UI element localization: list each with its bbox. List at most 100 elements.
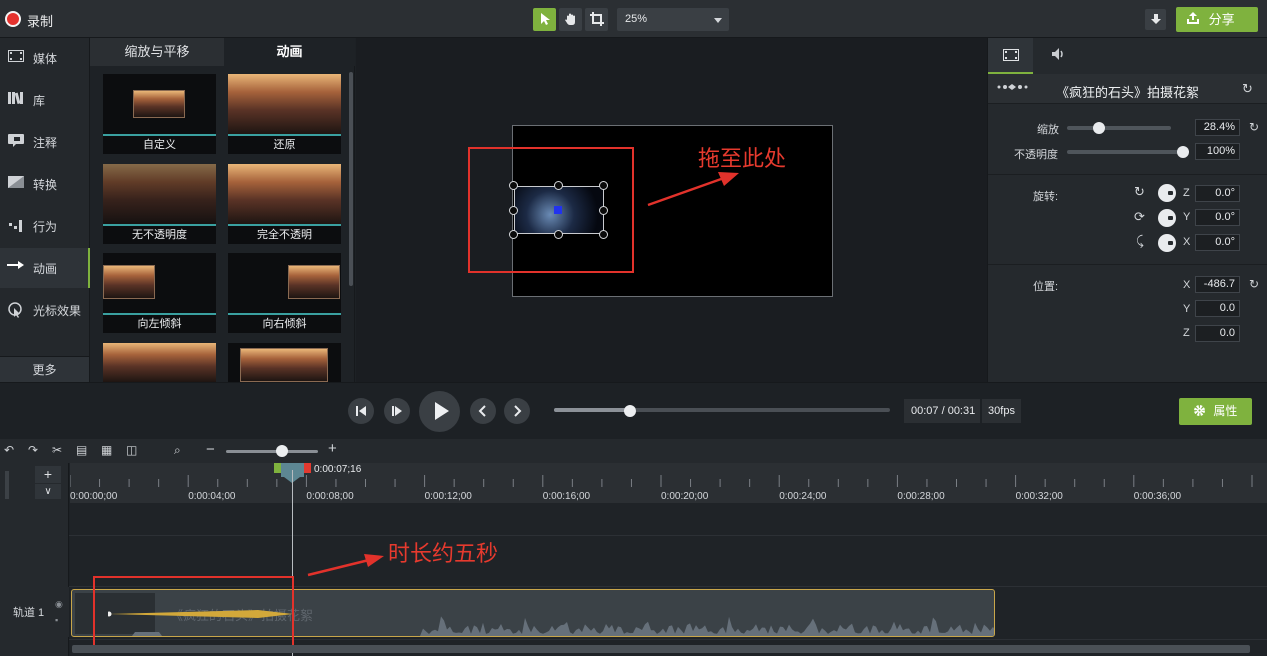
playback-scrubber[interactable] xyxy=(554,408,890,412)
sidebar-item-label: 行为 xyxy=(33,220,58,234)
rotation-x-field[interactable]: 0.0° xyxy=(1195,234,1240,251)
step-forward-icon[interactable] xyxy=(384,398,410,424)
record-icon[interactable] xyxy=(5,11,21,27)
preset-tilt-left[interactable]: 向左倾斜 xyxy=(103,253,216,333)
tab-animations[interactable]: 动画 xyxy=(224,38,355,66)
timeline-zoom-slider[interactable] xyxy=(226,450,318,453)
position-x-field[interactable]: -486.7 xyxy=(1195,276,1240,293)
download-icon[interactable] xyxy=(1145,9,1166,30)
fps-badge: 30fps xyxy=(981,399,1021,423)
annotation-callout-icon xyxy=(7,134,25,148)
next-icon[interactable] xyxy=(504,398,530,424)
axis-label: Y xyxy=(1183,211,1191,223)
rotation-z-knob[interactable] xyxy=(1158,184,1176,202)
sidebar-item-animations[interactable]: 动画 xyxy=(0,248,90,288)
opacity-slider[interactable] xyxy=(1067,150,1183,154)
sidebar-item-behaviors[interactable]: 行为 xyxy=(0,206,90,246)
preset-tilt-right[interactable]: 向右倾斜 xyxy=(228,253,341,333)
previous-icon[interactable] xyxy=(470,398,496,424)
tab-zoom-n-pan[interactable]: 缩放与平移 xyxy=(90,38,224,66)
rotation-z-field[interactable]: 0.0° xyxy=(1195,185,1240,202)
preset-item[interactable] xyxy=(228,343,341,382)
opacity-slider-knob[interactable] xyxy=(1177,146,1189,158)
properties-title: 《疯狂的石头》拍摄花絮 xyxy=(1056,85,1200,100)
rotation-y-knob[interactable] xyxy=(1158,209,1176,227)
scrubber-knob[interactable] xyxy=(623,405,636,417)
play-icon[interactable] xyxy=(419,391,460,432)
ruler-time-label: 0:00:24;00 xyxy=(779,491,827,502)
preset-no-opacity[interactable]: 无不透明度 xyxy=(103,164,216,244)
axis-label: X xyxy=(1183,279,1191,291)
track-height-slider[interactable] xyxy=(5,471,9,499)
timeline-horizontal-scrollbar[interactable] xyxy=(72,645,1250,653)
split-icon[interactable]: ◫ xyxy=(126,443,137,457)
crop-tool-icon[interactable] xyxy=(585,8,608,31)
paste-icon[interactable]: ▦ xyxy=(101,443,112,457)
preset-item[interactable] xyxy=(103,343,216,382)
position-y-field[interactable]: 0.0 xyxy=(1195,300,1240,317)
zoom-level-select[interactable]: 25% xyxy=(617,8,729,31)
scale-slider-knob[interactable] xyxy=(1092,122,1105,134)
share-button[interactable]: 分享 xyxy=(1176,7,1258,32)
share-button-label: 分享 xyxy=(1208,12,1235,27)
properties-button[interactable]: 属性 xyxy=(1179,398,1252,425)
rotation-y-field[interactable]: 0.0° xyxy=(1195,209,1240,226)
opacity-value-field[interactable]: 100% xyxy=(1195,143,1240,160)
preset-full-opacity[interactable]: 完全不透明 xyxy=(228,164,341,244)
preset-custom[interactable]: 自定义 xyxy=(103,74,216,154)
position-z-field[interactable]: 0.0 xyxy=(1195,325,1240,342)
axis-label: Y xyxy=(1183,303,1191,315)
opacity-label: 不透明度 xyxy=(1014,149,1058,161)
annotation-drag-here: 拖至此处 xyxy=(698,147,787,172)
redo-icon[interactable]: ↷ xyxy=(28,443,38,457)
zoom-in-icon[interactable]: + xyxy=(328,440,337,457)
tab-audio-properties[interactable] xyxy=(1036,38,1081,74)
sidebar-item-media[interactable]: 媒体 xyxy=(0,38,90,78)
copy-icon[interactable]: ▤ xyxy=(76,443,87,457)
ruler-time-label: 0:00:16;00 xyxy=(542,491,591,502)
ruler-time-label: 0:00:20;00 xyxy=(661,491,709,502)
sidebar-item-cursor-effects[interactable]: 光标效果 xyxy=(0,290,90,330)
media-film-icon xyxy=(7,50,25,64)
rotation-x-knob[interactable] xyxy=(1158,234,1176,252)
add-track-icon[interactable]: + xyxy=(35,466,61,483)
eye-icon[interactable]: ◉ xyxy=(55,599,63,610)
library-scrollbar[interactable] xyxy=(349,72,353,286)
sidebar-item-library[interactable]: 库 xyxy=(0,80,90,120)
axis-label: X xyxy=(1183,236,1191,248)
timeline-zoom-knob[interactable] xyxy=(276,445,288,457)
track-1-header[interactable]: 轨道 1 ◉ ▪ xyxy=(0,587,69,637)
animation-keyframe-icon xyxy=(996,82,1030,95)
record-button-label[interactable]: 录制 xyxy=(27,11,53,30)
annotation-highlight-box xyxy=(468,147,634,273)
preset-thumbnail xyxy=(228,164,341,224)
reset-icon[interactable]: ↻ xyxy=(1242,81,1253,97)
preset-label: 向左倾斜 xyxy=(103,315,216,333)
library-books-icon xyxy=(7,92,25,106)
undo-icon[interactable]: ↶ xyxy=(4,443,14,457)
sidebar-item-annotations[interactable]: 注释 xyxy=(0,122,90,162)
preset-label: 自定义 xyxy=(103,136,216,154)
selection-in-marker[interactable] xyxy=(274,463,281,473)
reset-icon[interactable]: ↻ xyxy=(1249,277,1259,291)
zoom-out-icon[interactable]: − xyxy=(206,441,215,458)
scale-slider[interactable] xyxy=(1067,126,1171,130)
chevron-down-icon[interactable]: ∨ xyxy=(35,484,61,499)
timeline-ruler[interactable]: 0:00:00;00 0:00:04;00 0:00:08;00 0:00:12;00… xyxy=(70,463,1267,503)
top-toolbar: 录制 25% 分享 xyxy=(0,0,1267,38)
sidebar-item-transitions[interactable]: 转换 xyxy=(0,164,90,204)
hand-tool-icon[interactable] xyxy=(559,8,582,31)
more-button[interactable]: 更多 xyxy=(0,356,89,382)
selection-out-marker[interactable] xyxy=(304,463,311,473)
select-tool-icon[interactable] xyxy=(533,8,556,31)
zoom-search-icon[interactable]: ⌕ xyxy=(174,443,181,458)
lock-icon[interactable]: ▪ xyxy=(55,615,58,625)
tab-visual-properties[interactable] xyxy=(988,38,1033,74)
reset-icon[interactable]: ↻ xyxy=(1249,120,1259,134)
preset-restore[interactable]: 还原 xyxy=(228,74,341,154)
transition-icon xyxy=(7,176,25,190)
scale-value-field[interactable]: 28.4% xyxy=(1195,119,1240,136)
ruler-time-label: 0:00:28;00 xyxy=(897,491,945,502)
cut-icon[interactable]: ✂ xyxy=(52,443,62,457)
step-back-icon[interactable] xyxy=(348,398,374,424)
